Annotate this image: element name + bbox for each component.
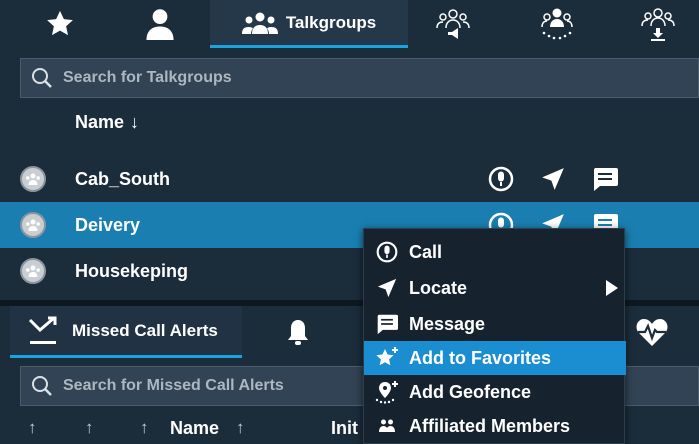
members-icon: [374, 414, 400, 438]
context-menu-message[interactable]: Message: [364, 307, 626, 341]
tab-import-groups[interactable]: [633, 0, 683, 48]
row-actions: [475, 166, 631, 192]
talkgroup-row[interactable]: Cab_South: [0, 156, 699, 202]
context-menu-label: Locate: [409, 277, 468, 298]
context-menu-label: Add Geofence: [409, 381, 532, 402]
missed-call-icon: [28, 316, 57, 344]
context-menu-add-geofence[interactable]: Add Geofence: [364, 375, 626, 409]
sort-up-icon[interactable]: ↑: [28, 418, 37, 438]
talkgroup-name: Cab_South: [75, 168, 171, 189]
locate-arrow-icon: [374, 276, 400, 300]
name-column-header[interactable]: Name ↓: [75, 112, 139, 133]
context-menu: Call Locate Message Add to Favorites Add…: [363, 228, 626, 444]
sort-up-icon[interactable]: ↑: [85, 418, 94, 438]
tab-talkgroups-label: Talkgroups: [285, 12, 377, 32]
message-icon: [374, 312, 400, 336]
dynamic-group-icon: [541, 8, 573, 40]
tab-talkgroups[interactable]: Talkgroups: [210, 0, 408, 48]
tab-dynamic-groups[interactable]: [532, 0, 582, 48]
talkgroup-name: Deivery: [75, 214, 141, 235]
talkgroup-avatar-icon: [20, 166, 46, 192]
tab-contacts[interactable]: [130, 0, 190, 48]
context-menu-affiliated-members[interactable]: Affiliated Members: [364, 409, 626, 443]
top-tab-bar: Talkgroups: [0, 0, 699, 48]
locate-arrow-icon[interactable]: [527, 166, 579, 192]
star-plus-icon: [374, 346, 400, 370]
call-icon[interactable]: [475, 166, 527, 192]
tab-broadcast-groups[interactable]: [428, 0, 478, 48]
tab-missed-call-alerts[interactable]: Missed Call Alerts: [10, 306, 242, 358]
call-icon: [374, 240, 400, 264]
talkgroup-avatar-icon: [20, 212, 46, 238]
sort-up-icon[interactable]: ↑: [236, 418, 245, 438]
missed-alerts-search-placeholder: Search for Missed Call Alerts: [63, 377, 284, 394]
context-menu-call[interactable]: Call: [364, 235, 626, 269]
talkgroup-name: Housekeping: [75, 260, 189, 281]
context-menu-label: Affiliated Members: [409, 415, 571, 436]
tab-favorites[interactable]: [30, 0, 90, 48]
group-icon: [241, 12, 278, 34]
context-menu-add-to-favorites[interactable]: Add to Favorites: [364, 341, 626, 375]
message-icon[interactable]: [579, 166, 631, 192]
search-icon: [32, 68, 52, 88]
context-menu-label: Add to Favorites: [409, 347, 552, 368]
talkgroup-avatar-icon: [20, 258, 46, 284]
bell-icon: [288, 320, 308, 345]
star-icon: [47, 10, 73, 36]
name-column-label: Name: [75, 112, 125, 132]
submenu-arrow-icon: [606, 280, 618, 296]
init-column-label[interactable]: Init: [331, 418, 358, 439]
search-icon: [32, 376, 52, 396]
tab-health[interactable]: [630, 306, 674, 358]
sort-up-icon[interactable]: ↑: [140, 418, 149, 438]
talkgroups-search-placeholder: Search for Talkgroups: [63, 69, 232, 86]
broadcast-group-icon: [436, 9, 470, 39]
tab-missed-call-alerts-label: Missed Call Alerts: [72, 320, 218, 340]
talkgroups-search-field[interactable]: Search for Talkgroups: [20, 58, 699, 98]
sort-down-icon: ↓: [130, 112, 140, 132]
name-column-label[interactable]: Name: [170, 418, 219, 439]
context-menu-label: Call: [409, 241, 443, 262]
person-icon: [146, 9, 174, 40]
tab-alerts[interactable]: [278, 306, 318, 358]
geofence-icon: [374, 380, 400, 404]
context-menu-locate[interactable]: Locate: [364, 271, 626, 305]
heartbeat-icon: [636, 319, 668, 346]
group-download-icon: [641, 8, 675, 41]
context-menu-label: Message: [409, 313, 486, 334]
